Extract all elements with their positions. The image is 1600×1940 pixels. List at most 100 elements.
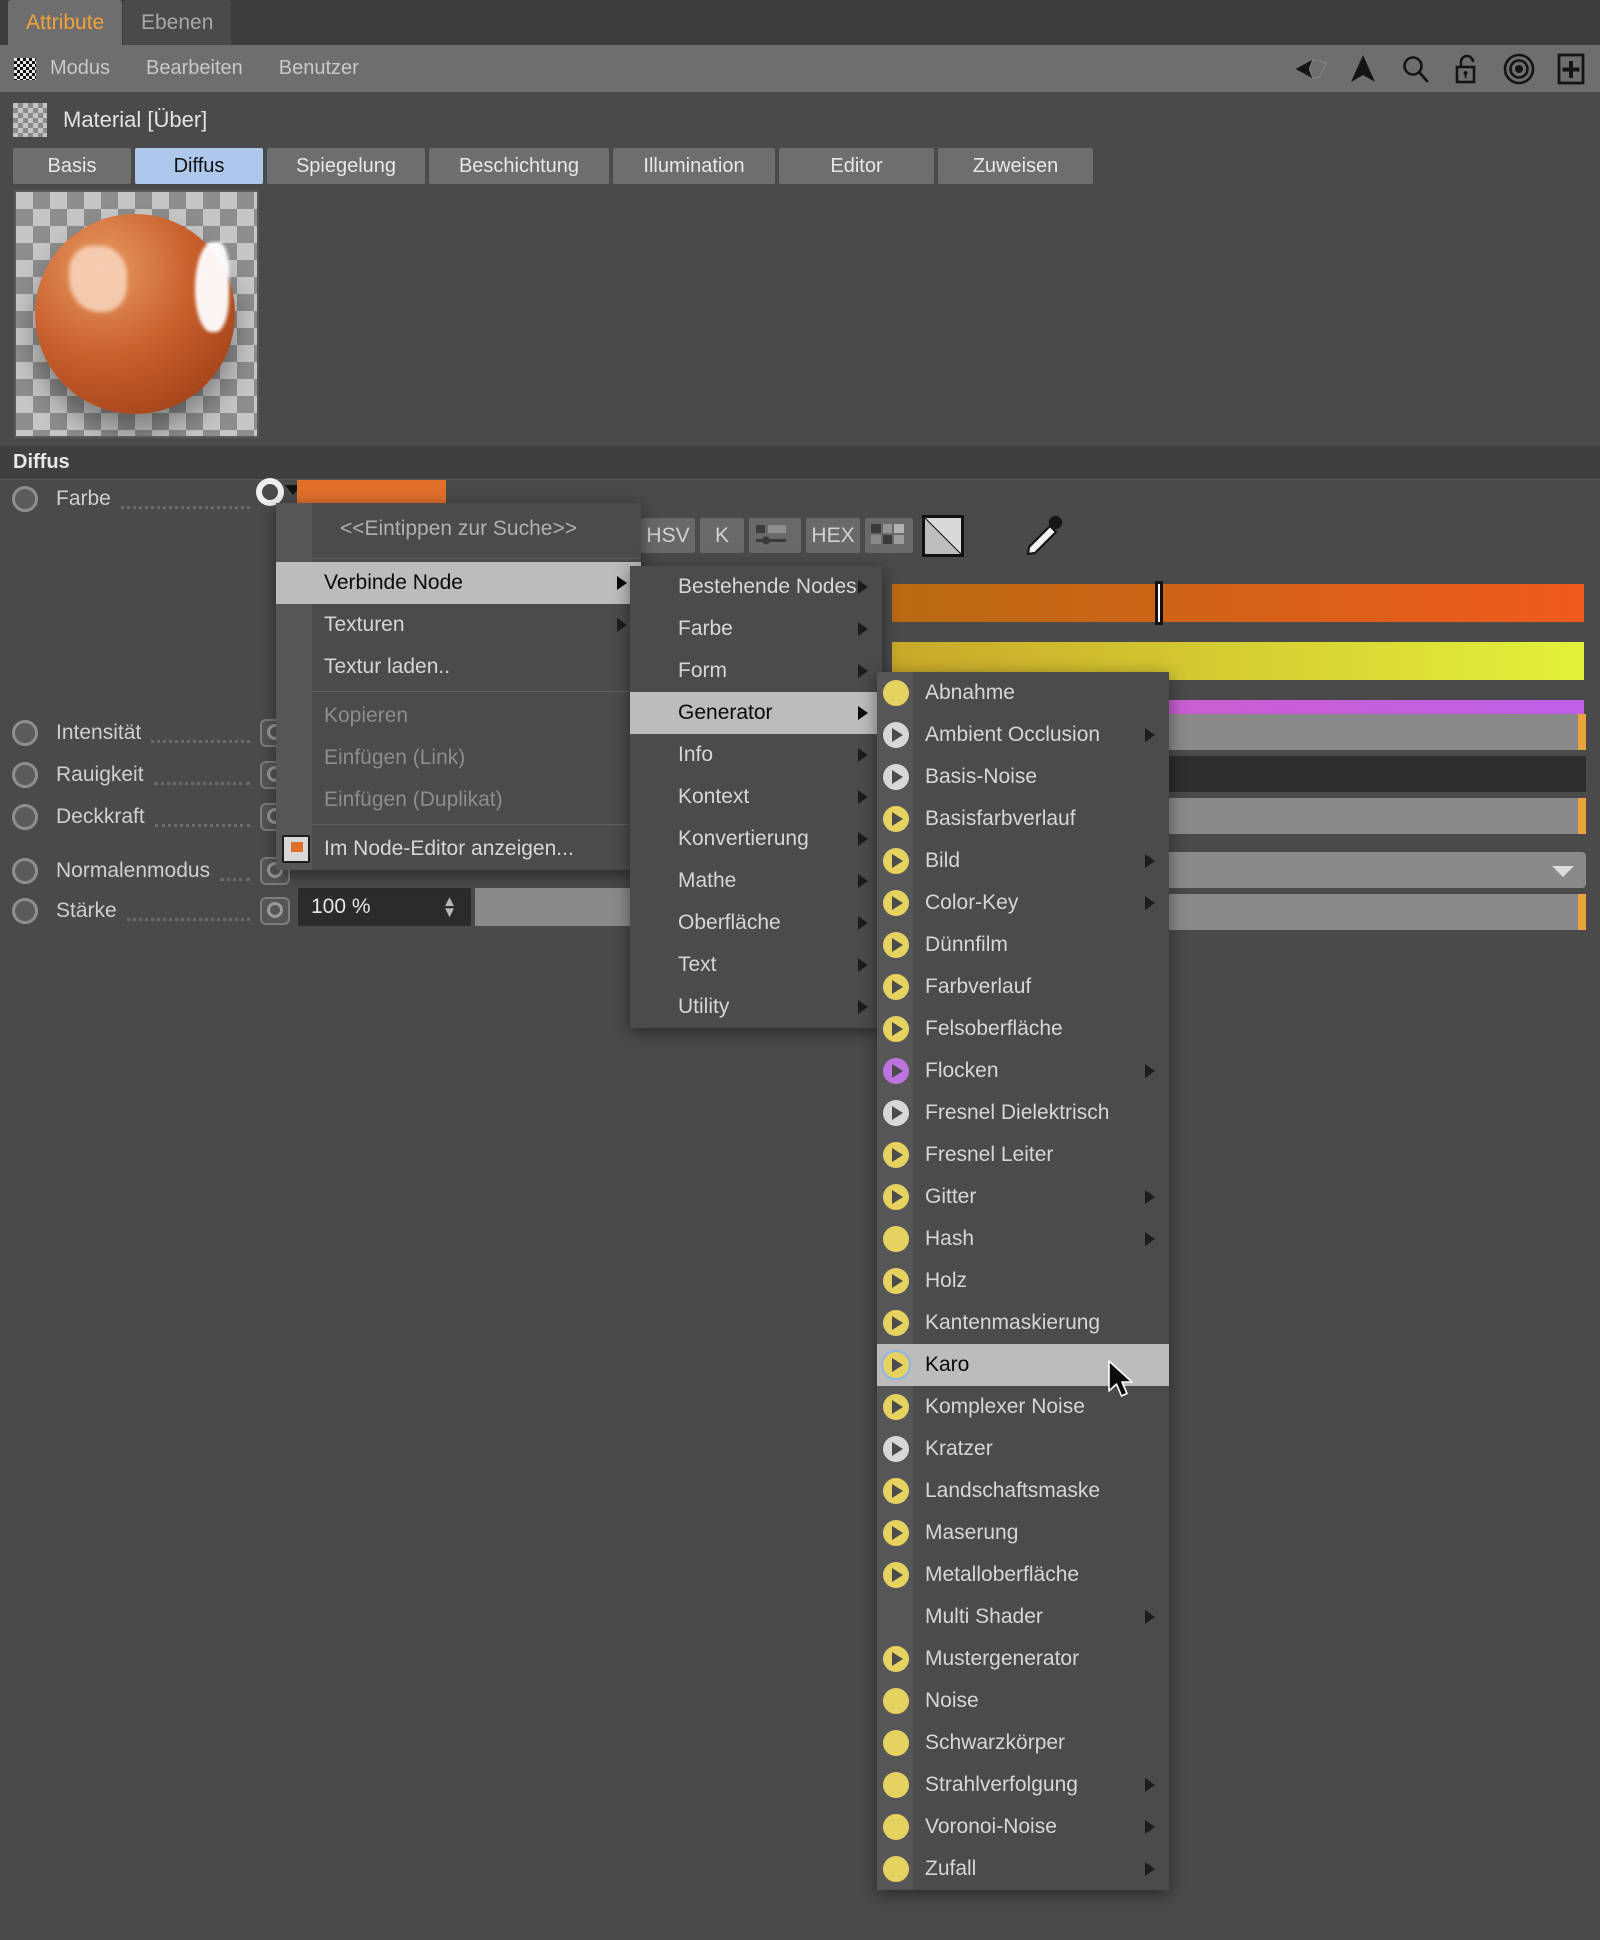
hue-orange-bar[interactable] [892, 581, 1584, 625]
menu-item-multi-shader[interactable]: Multi Shader [877, 1596, 1169, 1638]
menu-item-felsoberfl-che[interactable]: Felsoberfläche [877, 1008, 1169, 1050]
menu-search-placeholder[interactable]: <<Eintippen zur Suche>> [276, 503, 641, 555]
color-mode-sliders-icon[interactable] [749, 518, 801, 553]
menu-item-bild[interactable]: Bild [877, 840, 1169, 882]
color-mode-hsv[interactable]: HSV [641, 518, 695, 553]
color-node-button[interactable] [256, 478, 284, 506]
parameter-toggle-icon[interactable] [12, 486, 38, 512]
normalenmodus-dropdown[interactable] [1136, 852, 1586, 888]
menu-item-basis-noise[interactable]: Basis-Noise [877, 756, 1169, 798]
menu-item-konvertierung[interactable]: Konvertierung [630, 818, 882, 860]
material-tab-beschichtung[interactable]: Beschichtung [429, 148, 609, 184]
back-arrow-icon[interactable] [1294, 52, 1328, 86]
menu-item-bestehende-nodes[interactable]: Bestehende Nodes [630, 566, 882, 608]
menu-item-holz[interactable]: Holz [877, 1260, 1169, 1302]
material-sphere-thumbnail[interactable] [13, 103, 47, 137]
material-tab-editor[interactable]: Editor [779, 148, 934, 184]
unlock-icon[interactable] [1450, 52, 1484, 86]
menu-item-modus[interactable]: Modus [50, 57, 110, 80]
material-tab-spiegelung[interactable]: Spiegelung [267, 148, 425, 184]
color-mode-swatches-icon[interactable] [865, 518, 913, 553]
menu-item-zufall[interactable]: Zufall [877, 1848, 1169, 1890]
rauigkeit-slider[interactable] [1136, 756, 1586, 792]
checkerboard-icon[interactable] [14, 57, 36, 80]
window-tab-ebenen[interactable]: Ebenen [123, 0, 232, 45]
material-tab-illumination[interactable]: Illumination [613, 148, 775, 184]
menu-item-text[interactable]: Text [630, 944, 882, 986]
parameter-toggle-icon[interactable] [12, 720, 38, 746]
menu-item-texturen[interactable]: Texturen [276, 604, 641, 646]
menu-item-kontext[interactable]: Kontext [630, 776, 882, 818]
slider-handle[interactable] [1578, 894, 1586, 930]
up-arrow-icon[interactable] [1346, 52, 1380, 86]
menu-item-form[interactable]: Form [630, 650, 882, 692]
menu-item-abnahme[interactable]: Abnahme [877, 672, 1169, 714]
parameter-label: Rauigkeit [56, 763, 144, 786]
gradient-marker-handle[interactable] [1154, 581, 1163, 625]
parameter-toggle-icon[interactable] [12, 804, 38, 830]
chevron-down-icon[interactable] [1552, 866, 1574, 877]
menu-item-basisfarbverlauf[interactable]: Basisfarbverlauf [877, 798, 1169, 840]
menu-item-fresnel-dielektrisch[interactable]: Fresnel Dielektrisch [877, 1092, 1169, 1134]
slider-handle[interactable] [1578, 714, 1586, 750]
menu-item-color-key[interactable]: Color-Key [877, 882, 1169, 924]
color-mode-hex[interactable]: HEX [806, 518, 860, 553]
menu-item-benutzer[interactable]: Benutzer [279, 57, 359, 80]
material-tab-basis[interactable]: Basis [13, 148, 131, 184]
menu-item-farbverlauf[interactable]: Farbverlauf [877, 966, 1169, 1008]
menu-item-mathe[interactable]: Mathe [630, 860, 882, 902]
material-tab-label: Illumination [643, 154, 745, 177]
menu-item-schwarzk-rper[interactable]: Schwarzkörper [877, 1722, 1169, 1764]
material-tab-zuweisen[interactable]: Zuweisen [938, 148, 1093, 184]
menu-item-noise[interactable]: Noise [877, 1680, 1169, 1722]
deckkraft-slider[interactable] [1136, 798, 1586, 834]
menu-item-strahlverfolgung[interactable]: Strahlverfolgung [877, 1764, 1169, 1806]
menu-item-im-node-editor-anzeigen[interactable]: Im Node-Editor anzeigen... [276, 828, 641, 870]
eyedropper-icon[interactable] [1020, 512, 1068, 560]
material-tab-label: Diffus [173, 154, 225, 177]
slider-handle[interactable] [1578, 798, 1586, 834]
staerke-value-field[interactable]: 100 % ▲ ▼ [298, 888, 471, 926]
material-tab-diffus[interactable]: Diffus [135, 148, 263, 184]
menu-item-voronoi-noise[interactable]: Voronoi-Noise [877, 1806, 1169, 1848]
menu-item-oberfl-che[interactable]: Oberfläche [630, 902, 882, 944]
menu-item-gitter[interactable]: Gitter [877, 1176, 1169, 1218]
target-icon[interactable] [1502, 52, 1536, 86]
window-tab-attribute[interactable]: Attribute [8, 0, 123, 45]
menu-item-generator[interactable]: Generator [630, 692, 882, 734]
parameter-toggle-icon[interactable] [12, 858, 38, 884]
contrast-toggle-icon[interactable] [922, 515, 964, 557]
material-preview[interactable] [14, 190, 259, 438]
search-icon[interactable] [1398, 52, 1432, 86]
menu-item-textur-laden[interactable]: Textur laden.. [276, 646, 641, 688]
add-icon[interactable] [1554, 52, 1588, 86]
color-mode-k[interactable]: K [700, 518, 744, 553]
parameter-toggle-icon[interactable] [12, 898, 38, 924]
menu-item-metalloberfl-che[interactable]: Metalloberfläche [877, 1554, 1169, 1596]
menu-item-maserung[interactable]: Maserung [877, 1512, 1169, 1554]
intensitaet-slider[interactable] [1136, 714, 1586, 750]
parameter-row-intensitt: Intensität [0, 712, 290, 754]
yellow-play-icon [883, 1478, 909, 1504]
parameter-toggle-icon[interactable] [12, 762, 38, 788]
menu-item-hash[interactable]: Hash [877, 1218, 1169, 1260]
menu-item-farbe[interactable]: Farbe [630, 608, 882, 650]
menu-item-flocken[interactable]: Flocken [877, 1050, 1169, 1092]
menu-item-info[interactable]: Info [630, 734, 882, 776]
menu-item-utility[interactable]: Utility [630, 986, 882, 1028]
submenu-arrow-icon [1145, 1820, 1155, 1834]
menu-item-kantenmaskierung[interactable]: Kantenmaskierung [877, 1302, 1169, 1344]
menu-item-verbinde-node[interactable]: Verbinde Node [276, 562, 641, 604]
menu-item-d-nnfilm[interactable]: Dünnfilm [877, 924, 1169, 966]
menu-item-kratzer[interactable]: Kratzer [877, 1428, 1169, 1470]
staerke-slider[interactable] [1136, 894, 1586, 930]
color-swatch[interactable] [297, 480, 446, 504]
menu-item-fresnel-leiter[interactable]: Fresnel Leiter [877, 1134, 1169, 1176]
menu-item-bearbeiten[interactable]: Bearbeiten [146, 57, 243, 80]
menu-item-mustergenerator[interactable]: Mustergenerator [877, 1638, 1169, 1680]
menu-item-ambient-occlusion[interactable]: Ambient Occlusion [877, 714, 1169, 756]
stepper-arrows-icon[interactable]: ▲ ▼ [442, 894, 457, 920]
parameter-node-button[interactable] [260, 897, 290, 925]
menu-item-landschaftsmaske[interactable]: Landschaftsmaske [877, 1470, 1169, 1512]
menu-bar: Modus Bearbeiten Benutzer [0, 45, 1600, 92]
